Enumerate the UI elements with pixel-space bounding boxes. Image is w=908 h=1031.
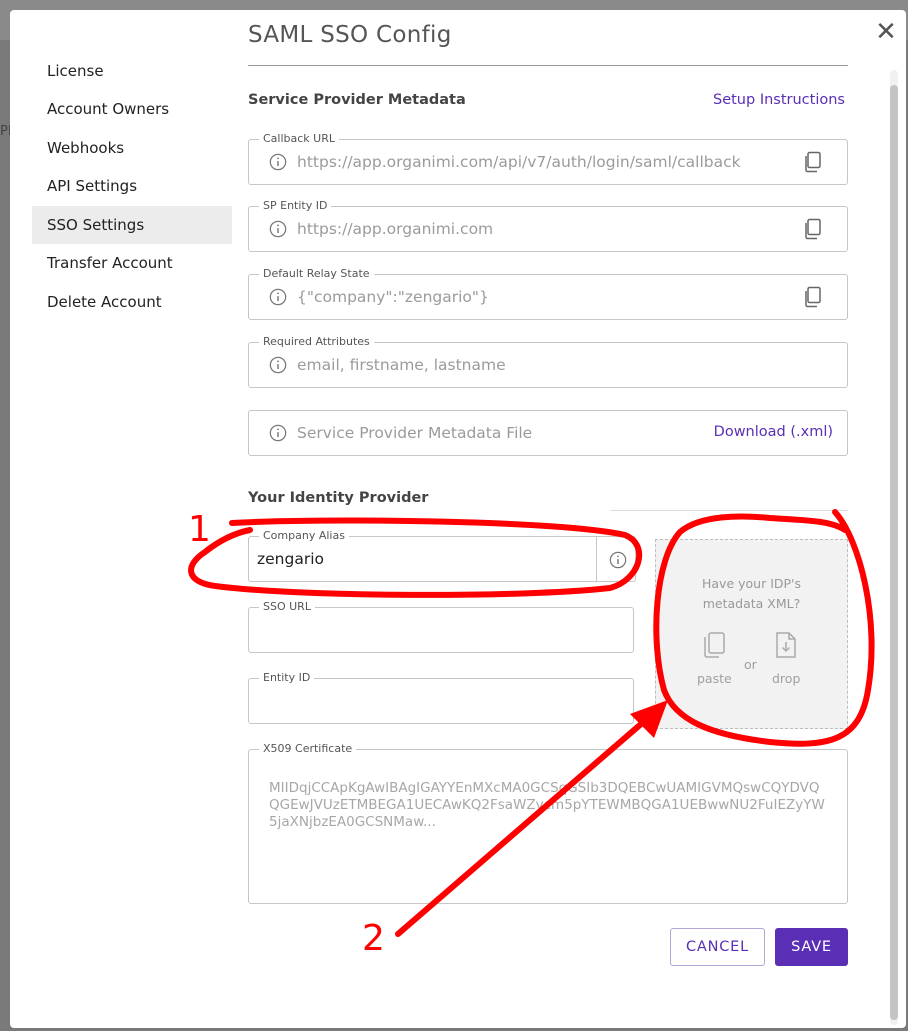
download-file-icon[interactable] [773, 630, 799, 660]
idp-heading: Your Identity Provider [248, 490, 429, 506]
setup-instructions-link[interactable]: Setup Instructions [713, 92, 845, 108]
metadata-drop-zone[interactable]: Have your IDP's metadata XML? paste or d… [655, 539, 848, 729]
cancel-button[interactable]: CANCEL [670, 928, 765, 966]
paste-icon[interactable] [701, 630, 727, 660]
page-title: SAML SSO Config [248, 22, 452, 48]
x509-certificate-placeholder[interactable]: MIIDqjCCApKgAwIBAgIGAYYEnMXcMA0GCSqGSIb3… [269, 780, 829, 831]
info-icon [269, 356, 287, 374]
sso-url-label: SSO URL [259, 600, 315, 613]
field-separator [596, 537, 597, 581]
drop-zone-question-line2: metadata XML? [702, 596, 801, 611]
sso-url-field[interactable]: SSO URL [248, 600, 634, 653]
drop-label: drop [772, 671, 801, 686]
info-icon [269, 288, 287, 306]
sidebar-item-license[interactable]: License [32, 52, 232, 90]
metadata-file-field: Service Provider Metadata File Download … [248, 410, 848, 456]
relay-state-value: {"company":"zengario"} [297, 288, 489, 306]
sidebar-item-sso-settings[interactable]: SSO Settings [32, 206, 232, 244]
sidebar-item-webhooks[interactable]: Webhooks [32, 129, 232, 167]
sp-entity-id-label: SP Entity ID [259, 199, 332, 212]
paste-label: paste [697, 671, 732, 686]
close-icon[interactable]: ✕ [872, 18, 900, 46]
idp-divider [610, 510, 848, 511]
sp-metadata-heading: Service Provider Metadata [248, 92, 466, 108]
scrollbar-thumb[interactable] [890, 85, 898, 1020]
copy-icon[interactable] [803, 286, 823, 308]
required-attributes-field: Required Attributes email, firstname, la… [248, 335, 848, 388]
entity-id-field[interactable]: Entity ID [248, 671, 634, 724]
required-attributes-label: Required Attributes [259, 335, 374, 348]
sp-entity-id-field: SP Entity ID https://app.organimi.com [248, 199, 848, 252]
entity-id-label: Entity ID [259, 671, 315, 684]
title-divider [248, 65, 848, 66]
drop-zone-question: Have your IDP's metadata XML? [656, 574, 847, 614]
or-label: or [744, 657, 757, 672]
company-alias-input[interactable]: zengario [257, 550, 324, 568]
sidebar-item-api-settings[interactable]: API Settings [32, 167, 232, 205]
info-icon [269, 153, 287, 171]
callback-url-value: https://app.organimi.com/api/v7/auth/log… [297, 153, 741, 171]
copy-icon[interactable] [803, 218, 823, 240]
x509-certificate-field[interactable]: X509 Certificate MIIDqjCCApKgAwIBAgIGAYY… [248, 742, 848, 904]
company-alias-label: Company Alias [259, 529, 349, 542]
sp-entity-id-value: https://app.organimi.com [297, 220, 494, 238]
metadata-file-value: Service Provider Metadata File [297, 424, 533, 442]
info-icon [269, 220, 287, 238]
info-icon[interactable] [609, 551, 627, 569]
info-icon [269, 424, 287, 442]
sso-config-modal: ✕ License Account Owners Webhooks API Se… [10, 10, 906, 1028]
callback-url-label: Callback URL [259, 132, 339, 145]
relay-state-field: Default Relay State {"company":"zengario… [248, 267, 848, 320]
save-button[interactable]: SAVE [775, 928, 848, 966]
drop-zone-question-line1: Have your IDP's [702, 576, 801, 591]
sidebar-item-transfer-account[interactable]: Transfer Account [32, 244, 232, 282]
x509-certificate-label: X509 Certificate [259, 742, 357, 755]
callback-url-field: Callback URL https://app.organimi.com/ap… [248, 132, 848, 185]
sidebar-item-delete-account[interactable]: Delete Account [32, 283, 232, 321]
company-alias-field: Company Alias zengario [248, 529, 636, 582]
required-attributes-value: email, firstname, lastname [297, 356, 506, 374]
relay-state-label: Default Relay State [259, 267, 374, 280]
sidebar-item-account-owners[interactable]: Account Owners [32, 90, 232, 128]
download-xml-link[interactable]: Download (.xml) [714, 424, 833, 440]
copy-icon[interactable] [803, 151, 823, 173]
